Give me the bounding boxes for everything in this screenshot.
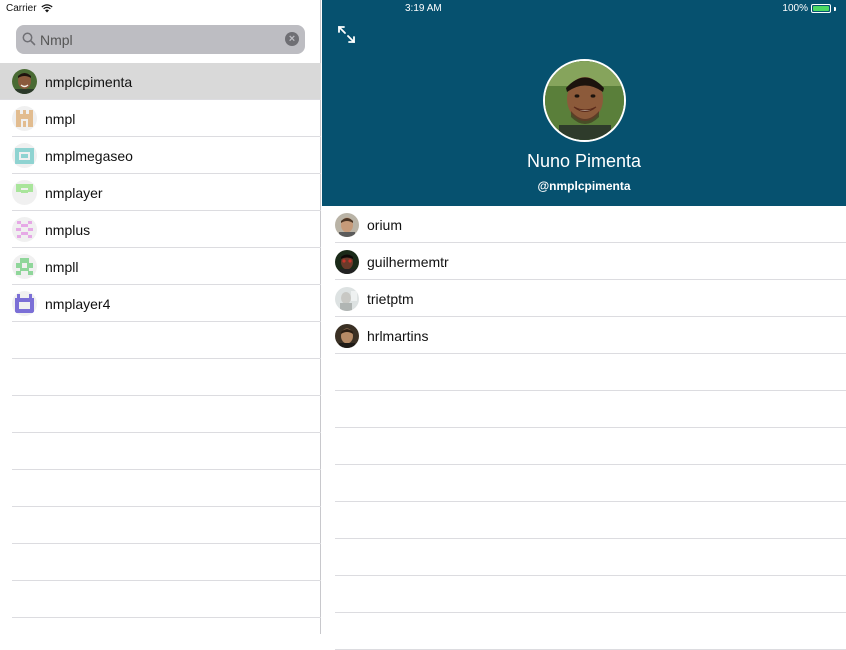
follower-row-orium[interactable]: orium — [322, 206, 846, 243]
empty-row — [0, 507, 321, 544]
profile-header: Nuno Pimenta @nmplcpimenta — [322, 0, 846, 206]
empty-row — [322, 354, 846, 391]
follower-row-trietptm[interactable]: trietptm — [322, 280, 846, 317]
follower-username: trietptm — [367, 290, 414, 307]
result-username: nmplayer — [45, 184, 103, 201]
identicon-avatar — [12, 180, 37, 205]
follower-username: guilhermemtr — [367, 253, 449, 270]
carrier-label: Carrier — [6, 3, 37, 14]
status-bar: Carrier 3:19 AM 100% — [0, 0, 846, 17]
empty-row — [0, 544, 321, 581]
user-search-pane: × nmplcpimenta — [0, 0, 321, 634]
result-username: nmplayer4 — [45, 295, 111, 312]
identicon-avatar — [12, 217, 37, 242]
profile-handle: @nmplcpimenta — [537, 179, 631, 193]
empty-row — [0, 322, 321, 359]
result-row-nmplayer4[interactable]: nmplayer4 — [0, 285, 321, 322]
wifi-icon — [40, 4, 53, 13]
result-row-nmpl[interactable]: nmpl — [0, 100, 321, 137]
empty-row — [322, 576, 846, 613]
battery-icon — [811, 4, 831, 13]
followers-list: orium guilhermemtr trietptm hrlmartins — [322, 206, 846, 650]
profile-avatar — [543, 59, 626, 142]
result-username: nmplmegaseo — [45, 147, 133, 164]
result-username: nmpl — [45, 110, 76, 127]
result-username: nmpll — [45, 258, 79, 275]
status-bar-left: Carrier — [6, 3, 53, 14]
user-photo-avatar — [12, 69, 37, 94]
empty-row — [322, 502, 846, 539]
follower-username: orium — [367, 216, 403, 233]
empty-row — [322, 539, 846, 576]
result-row-nmplus[interactable]: nmplus — [0, 211, 321, 248]
identicon-avatar — [12, 143, 37, 168]
result-username: nmplus — [45, 221, 91, 238]
empty-row — [0, 433, 321, 470]
profile-name: Nuno Pimenta — [526, 151, 642, 171]
result-row-nmplmegaseo[interactable]: nmplmegaseo — [0, 137, 321, 174]
follower-row-hrlmartins[interactable]: hrlmartins — [322, 317, 846, 354]
identicon-avatar — [12, 254, 37, 279]
user-detail-pane: Nuno Pimenta @nmplcpimenta orium guilher… — [322, 0, 846, 650]
empty-row — [322, 613, 846, 650]
follower-row-guilhermemtr[interactable]: guilhermemtr — [322, 243, 846, 280]
result-row-nmplcpimenta[interactable]: nmplcpimenta — [0, 63, 321, 100]
follower-avatar — [335, 323, 359, 348]
search-input[interactable] — [40, 29, 270, 50]
battery-percent: 100% — [782, 3, 808, 14]
empty-row — [322, 428, 846, 465]
status-time: 3:19 AM — [405, 3, 442, 14]
search-icon — [22, 32, 36, 46]
result-username: nmplcpimenta — [45, 73, 133, 90]
clear-search-icon[interactable]: × — [285, 32, 299, 46]
follower-avatar — [335, 212, 359, 237]
battery-cap — [834, 6, 836, 11]
status-bar-right: 100% — [782, 3, 836, 14]
identicon-avatar — [12, 106, 37, 131]
follower-username: hrlmartins — [367, 327, 429, 344]
follower-avatar — [335, 286, 359, 311]
follower-avatar — [335, 249, 359, 274]
result-row-nmpll[interactable]: nmpll — [0, 248, 321, 285]
search-bar[interactable]: × — [16, 25, 305, 54]
empty-row — [0, 470, 321, 507]
empty-row — [0, 581, 321, 618]
empty-row — [322, 465, 846, 502]
empty-row — [0, 396, 321, 433]
empty-row — [322, 391, 846, 428]
battery-level-fill — [813, 6, 829, 11]
search-results-list: nmplcpimenta nmpl nmplmegaseo nmplayer n… — [0, 63, 321, 618]
result-row-nmplayer[interactable]: nmplayer — [0, 174, 321, 211]
expand-icon[interactable] — [337, 25, 356, 44]
empty-row — [0, 359, 321, 396]
identicon-avatar — [12, 291, 37, 316]
